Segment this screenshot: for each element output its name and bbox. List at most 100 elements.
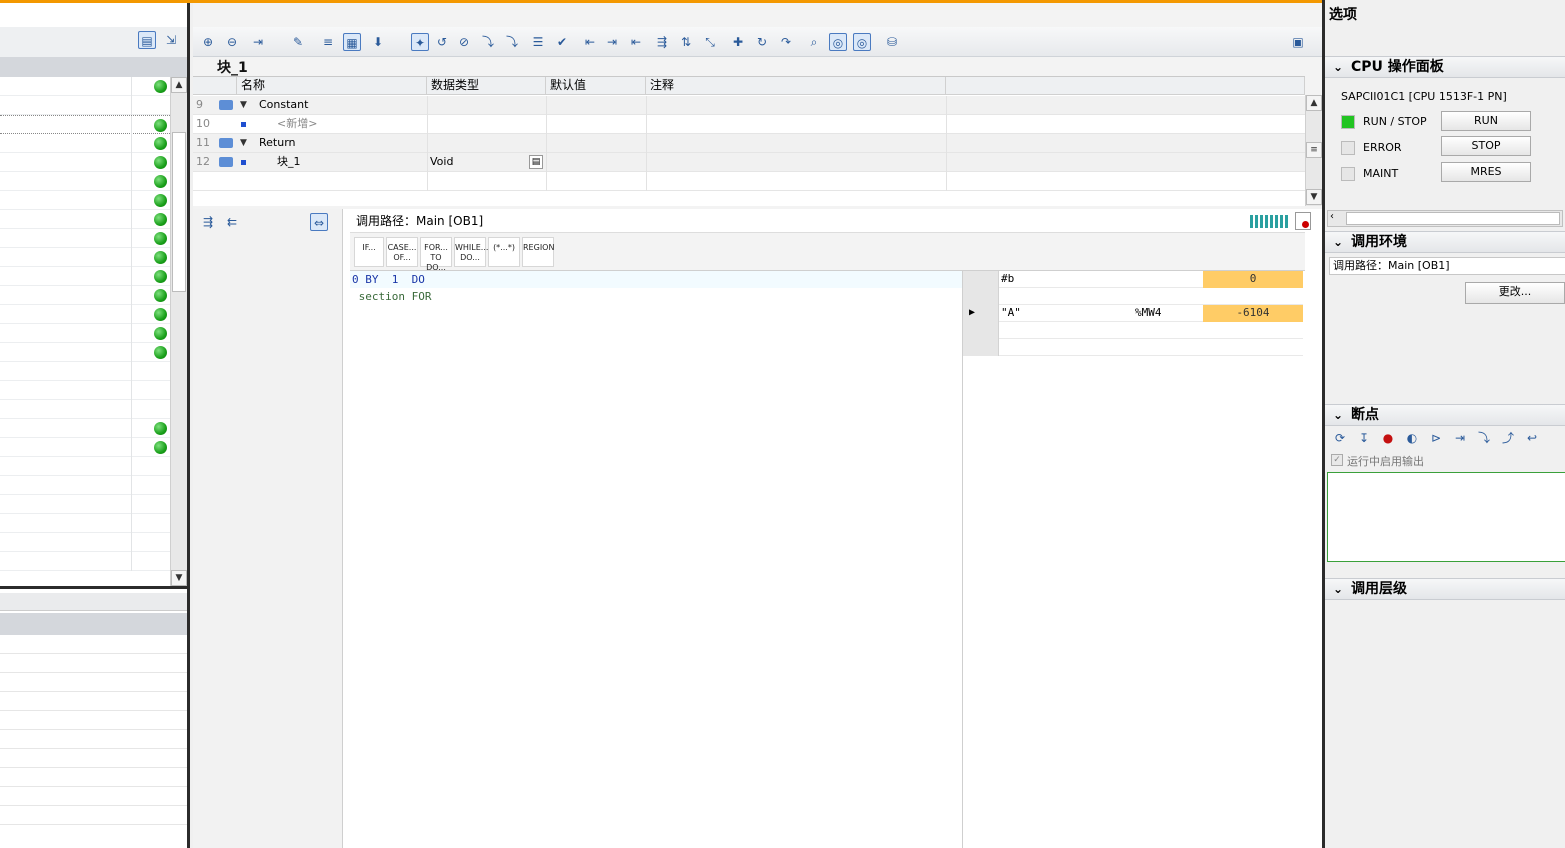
list-item[interactable] xyxy=(0,495,170,514)
for-template-button[interactable]: FOR... TO DO... xyxy=(420,237,452,272)
refresh-icon[interactable]: ↻ xyxy=(753,33,771,51)
insert-network-icon[interactable]: ⊕ xyxy=(199,33,217,51)
list-item[interactable] xyxy=(0,229,170,248)
col-comment[interactable]: 注释 xyxy=(646,77,946,95)
table-row[interactable]: 9 ▼ Constant xyxy=(193,96,1305,115)
download-icon[interactable]: ⬇ xyxy=(369,33,387,51)
list-item[interactable] xyxy=(0,400,170,419)
scroll-thumb[interactable] xyxy=(1346,212,1560,225)
list-item[interactable] xyxy=(0,381,170,400)
change-button[interactable]: 更改... xyxy=(1465,282,1565,304)
code-line[interactable]: 0 BY 1 DO xyxy=(352,273,425,286)
call-env-header[interactable]: ⌄ 调用环境 xyxy=(1325,231,1565,253)
bookmark-icon[interactable]: ✚ xyxy=(729,33,747,51)
bp-set-icon[interactable]: ● xyxy=(1379,429,1397,447)
step-icon[interactable]: ⤵ xyxy=(479,33,497,51)
insert-network-2-icon[interactable]: ⊖ xyxy=(223,33,241,51)
bp-next-icon[interactable]: ⊳ xyxy=(1427,429,1445,447)
move-down-icon[interactable]: ⇥ xyxy=(249,33,267,51)
list-item[interactable] xyxy=(0,552,170,571)
indent-icon[interactable]: ⇶ xyxy=(199,213,217,231)
list-item[interactable] xyxy=(0,172,170,191)
col-datatype[interactable]: 数据类型 xyxy=(427,77,546,95)
scroll-up-icon[interactable]: ▲ xyxy=(171,77,187,93)
while-template-button[interactable]: WHILE... DO... xyxy=(454,237,488,267)
db-icon[interactable]: ⛁ xyxy=(883,33,901,51)
window-icon[interactable]: ▣ xyxy=(1289,33,1307,51)
list-item[interactable] xyxy=(0,438,170,457)
bp-stepover-icon[interactable]: ⇥ xyxy=(1451,429,1469,447)
monitor-toggle-icon[interactable] xyxy=(1295,212,1311,230)
interface-scrollbar[interactable]: ▲ ≡ ▼ xyxy=(1305,95,1322,206)
align-left-icon[interactable]: ≡ xyxy=(319,33,337,51)
table-row[interactable]: 12 块_1 Void ▤ xyxy=(193,153,1305,172)
goto-icon[interactable]: ↺ xyxy=(433,33,451,51)
outdent-icon[interactable]: ⇇ xyxy=(223,213,241,231)
list-item[interactable] xyxy=(0,419,170,438)
left-splitter[interactable] xyxy=(0,586,187,589)
cpu-panel-scrollbar[interactable]: ‹ xyxy=(1327,210,1563,227)
chevron-down-icon[interactable]: ⌄ xyxy=(1333,232,1343,253)
scroll-down-icon[interactable]: ▼ xyxy=(1306,189,1322,205)
bp-toggle-icon[interactable]: ◐ xyxy=(1403,429,1421,447)
bp-return-icon[interactable]: ↩ xyxy=(1523,429,1541,447)
case-template-button[interactable]: CASE... OF... xyxy=(386,237,418,267)
list-item[interactable] xyxy=(0,134,170,153)
block-view-icon[interactable]: ▦ xyxy=(343,33,361,51)
bp-stepout-icon[interactable]: ⤴ xyxy=(1499,429,1517,447)
left-scrollbar[interactable]: ▲ ▼ xyxy=(170,77,187,587)
watch-row[interactable]: #b 0 xyxy=(963,271,1303,288)
chevron-down-icon[interactable]: ⌄ xyxy=(1333,579,1343,600)
scroll-down-icon[interactable]: ▼ xyxy=(171,570,187,586)
indent-right-icon[interactable]: ⇥ xyxy=(603,33,621,51)
list-item[interactable] xyxy=(0,305,170,324)
list-item[interactable] xyxy=(0,248,170,267)
list-item[interactable] xyxy=(0,267,170,286)
if-template-button[interactable]: IF... xyxy=(354,237,384,267)
code-line[interactable]: section FOR xyxy=(352,290,432,303)
collapse-icon[interactable]: ▼ xyxy=(240,134,247,152)
step2-icon[interactable]: ⤵ xyxy=(503,33,521,51)
run-output-checkbox[interactable]: ✓ xyxy=(1331,454,1343,466)
table-row[interactable]: 11 ▼ Return xyxy=(193,134,1305,153)
list-item[interactable] xyxy=(0,77,170,96)
scroll-left-icon[interactable]: ‹ xyxy=(1330,211,1334,222)
list-item[interactable] xyxy=(0,476,170,495)
stop-button[interactable]: STOP xyxy=(1441,136,1531,156)
indent-left-icon[interactable]: ⇤ xyxy=(581,33,599,51)
list-item[interactable] xyxy=(0,457,170,476)
watch-row[interactable]: ▶ "A" %MW4 -6104 xyxy=(963,305,1303,322)
redo-icon[interactable]: ↷ xyxy=(777,33,795,51)
list-item[interactable] xyxy=(0,286,170,305)
breakpoints-header[interactable]: ⌄ 断点 xyxy=(1325,404,1565,426)
route-icon[interactable]: ⤡ xyxy=(701,33,719,51)
list-item[interactable] xyxy=(0,153,170,172)
list-item[interactable] xyxy=(0,210,170,229)
compile-icon[interactable]: ⇶ xyxy=(653,33,671,51)
mres-button[interactable]: MRES xyxy=(1441,162,1531,182)
glasses-icon[interactable]: ◎ xyxy=(829,33,847,51)
left-scroll-thumb[interactable] xyxy=(172,132,186,292)
list-item[interactable] xyxy=(0,96,170,115)
sort-icon[interactable]: ⇅ xyxy=(677,33,695,51)
bp-stepin-icon[interactable]: ⤵ xyxy=(1475,429,1493,447)
list-item[interactable] xyxy=(0,362,170,381)
snapshot-icon[interactable]: ✦ xyxy=(411,33,429,51)
clear-icon[interactable]: ✎ xyxy=(289,33,307,51)
scroll-thumb-grip-icon[interactable]: ≡ xyxy=(1306,142,1322,158)
bp-down-icon[interactable]: ↧ xyxy=(1355,429,1373,447)
find-icon[interactable]: ⌕ xyxy=(805,33,823,51)
list-item[interactable] xyxy=(0,533,170,552)
check-icon[interactable]: ✔ xyxy=(553,33,571,51)
table-row[interactable]: 10 <新增> xyxy=(193,115,1305,134)
col-name[interactable]: 名称 xyxy=(237,77,427,95)
comment-template-button[interactable]: (*...*) xyxy=(488,237,520,267)
collapse-icon[interactable]: ▼ xyxy=(240,96,247,114)
list-view-icon[interactable]: ▤ xyxy=(138,31,156,49)
list-item[interactable] xyxy=(0,343,170,362)
scroll-up-icon[interactable]: ▲ xyxy=(1306,95,1322,111)
datatype-picker-icon[interactable]: ▤ xyxy=(529,155,543,169)
run-button[interactable]: RUN xyxy=(1441,111,1531,131)
chevron-down-icon[interactable]: ⌄ xyxy=(1333,405,1343,426)
list-item[interactable] xyxy=(0,514,170,533)
